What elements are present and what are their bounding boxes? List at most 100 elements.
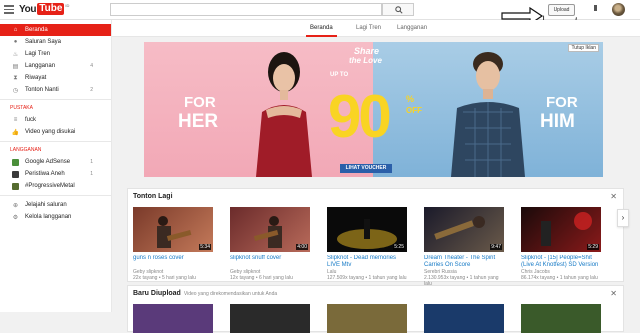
video-duration: 5:29 xyxy=(587,244,599,250)
sidebar-item-label: Langganan xyxy=(25,63,56,69)
sidebar-section-pustaka: PUSTAKA xyxy=(10,105,33,111)
sidebar-item-label: Riwayat xyxy=(25,75,47,81)
flame-icon: ♨ xyxy=(12,51,19,58)
video-thumbnail[interactable]: 4:00 xyxy=(230,207,310,252)
banner-discount-90: 90 xyxy=(328,83,392,150)
sidebar-item-jelajahi-saluran[interactable]: ⊕ Jelajahi saluran xyxy=(0,199,111,211)
banner-percent: % xyxy=(406,94,415,104)
video-thumbnail[interactable] xyxy=(327,304,407,333)
sidebar-item-label: Lagi Tren xyxy=(25,51,51,57)
tab-lagi-tren[interactable]: Lagi Tren xyxy=(356,25,381,31)
banner-voucher-button[interactable]: LIHAT VOUCHER xyxy=(340,164,392,173)
video-meta: 86.174x tayang • 1 tahun yang lalu xyxy=(521,275,598,281)
video-thumbnail[interactable] xyxy=(521,304,601,333)
video-card[interactable]: 5:29 Slipknot - [15] People=Shit (Live A… xyxy=(521,207,601,281)
man-figure-image xyxy=(451,52,525,177)
avatar[interactable] xyxy=(612,3,625,16)
section-title: Baru Diupload Video yang direkomendasikan… xyxy=(133,290,277,297)
video-card[interactable]: 5:34 guns n roses cover Geby slipknot 22… xyxy=(133,207,213,281)
tab-langganan[interactable]: Langganan xyxy=(397,25,427,31)
notification-icon[interactable] xyxy=(593,4,598,13)
video-duration: 5:25 xyxy=(393,244,405,250)
sidebar-divider xyxy=(0,141,111,142)
guide-menu-icon[interactable] xyxy=(4,5,14,14)
sidebar-item-count: 1 xyxy=(90,159,93,165)
feed-tabs: Beranda Lagi Tren Langganan xyxy=(112,20,640,37)
sidebar-item-kelola-langganan[interactable]: ⚙ Kelola langganan xyxy=(0,211,111,223)
banner-off: OFF xyxy=(406,106,422,115)
sidebar-item-riwayat[interactable]: ⧗ Riwayat xyxy=(0,72,111,84)
list-icon: ≡ xyxy=(13,117,18,123)
sidebar-item-label: fuck xyxy=(25,117,37,123)
section-title-text: Baru Diupload xyxy=(133,290,181,297)
tab-beranda[interactable]: Beranda xyxy=(306,25,337,37)
sidebar-item-label: Tonton Nanti xyxy=(25,87,59,93)
sidebar-divider xyxy=(0,195,111,196)
sidebar-item-label: Jelajahi saluran xyxy=(25,202,67,208)
video-title[interactable]: Dream Theater - The Spirit Carries On Sc… xyxy=(424,255,504,269)
close-section-icon[interactable]: ✕ xyxy=(610,289,617,298)
video-thumbnail[interactable] xyxy=(424,304,504,333)
video-thumbnail[interactable]: 5:25 xyxy=(327,207,407,252)
video-thumbnail[interactable]: 5:29 xyxy=(521,207,601,252)
home-icon: ⌂ xyxy=(13,27,18,33)
video-thumbnail[interactable] xyxy=(133,304,213,333)
sidebar: ⌂ Beranda ● Saluran Saya ♨ Lagi Tren ▤ L… xyxy=(0,20,112,312)
banner-for-him-line1: FOR xyxy=(546,94,578,111)
logo-tube: Tube xyxy=(37,3,65,15)
logo-region: ID xyxy=(65,3,70,8)
video-title[interactable]: Slipknot - [15] People=Shit (Live At Kno… xyxy=(521,255,601,269)
sidebar-item-progressive-metal[interactable]: #ProgressiveMetal xyxy=(0,180,111,192)
promo-banner[interactable]: FOR HER FOR HIM Share the Love UP TO 90 … xyxy=(144,42,603,177)
sidebar-item-langganan[interactable]: ▤ Langganan 4 xyxy=(0,60,111,72)
video-card[interactable]: 5:25 Slipknot - Dead memories LIVE Mtv L… xyxy=(327,207,407,281)
logo-you: You xyxy=(19,3,37,15)
sidebar-item-peristiwa-aneh[interactable]: Peristiwa Aneh 1 xyxy=(0,168,111,180)
next-arrow-button[interactable]: › xyxy=(617,209,629,227)
video-card[interactable]: 4:00 slipknot snuff cover Geby slipknot … xyxy=(230,207,310,281)
sidebar-section-langganan: LANGGANAN xyxy=(10,147,42,153)
sidebar-item-lagi-tren[interactable]: ♨ Lagi Tren xyxy=(0,48,111,60)
sidebar-item-tonton-nanti[interactable]: ◷ Tonton Nanti 2 xyxy=(0,84,111,96)
search-button[interactable] xyxy=(382,3,414,16)
video-duration: 9:47 xyxy=(490,244,502,250)
video-meta: 127.509x tayang • 1 tahun yang lalu xyxy=(327,275,407,281)
video-duration: 4:00 xyxy=(296,244,308,250)
sidebar-item-beranda[interactable]: ⌂ Beranda xyxy=(0,24,111,36)
woman-figure-image xyxy=(256,52,312,177)
video-thumbnail[interactable]: 5:34 xyxy=(133,207,213,252)
video-title[interactable]: Slipknot - Dead memories LIVE Mtv xyxy=(327,255,407,269)
recent-uploads-section: Baru Diupload Video yang direkomendasikan… xyxy=(127,285,624,333)
banner-for-him-line2: HIM xyxy=(540,111,575,132)
thumbs-up-icon: 👍 xyxy=(11,129,20,136)
video-card[interactable]: 9:47 Dream Theater - The Spirit Carries … xyxy=(424,207,504,287)
close-section-icon[interactable]: ✕ xyxy=(610,192,617,201)
sidebar-item-count: 2 xyxy=(90,87,93,93)
video-title[interactable]: slipknot snuff cover xyxy=(230,255,310,269)
video-thumbnail[interactable]: 9:47 xyxy=(424,207,504,252)
close-ad-button[interactable]: Tutup Iklan xyxy=(568,44,599,52)
search-input[interactable] xyxy=(110,3,382,16)
user-icon: ● xyxy=(13,39,18,45)
video-title[interactable]: guns n roses cover xyxy=(133,255,213,269)
sidebar-item-playlist-fuck[interactable]: ≡ fuck xyxy=(0,114,111,126)
sidebar-item-label: Kelola langganan xyxy=(25,214,72,220)
hourglass-icon: ⧗ xyxy=(13,74,18,81)
sidebar-item-google-adsense[interactable]: Google AdSense 1 xyxy=(0,156,111,168)
clock-icon: ◷ xyxy=(12,87,19,94)
sidebar-item-saluran-saya[interactable]: ● Saluran Saya xyxy=(0,36,111,48)
sidebar-item-label: #ProgressiveMetal xyxy=(25,183,75,189)
channel-thumbnail-icon xyxy=(12,182,19,190)
banner-the-love: the Love xyxy=(349,56,382,65)
plus-circle-icon: ⊕ xyxy=(12,202,19,209)
youtube-logo[interactable]: You Tube ID xyxy=(19,3,69,15)
sidebar-item-count: 4 xyxy=(90,63,93,69)
main-content: Beranda Lagi Tren Langganan FOR HER FOR … xyxy=(112,20,640,333)
video-thumbnail[interactable] xyxy=(230,304,310,333)
sidebar-item-liked-videos[interactable]: 👍 Video yang disukai xyxy=(0,126,111,138)
sidebar-item-label: Beranda xyxy=(25,27,48,33)
banner-share: Share xyxy=(354,46,380,56)
channel-thumbnail-icon xyxy=(12,158,19,166)
section-subtitle: Video yang direkomendasikan untuk Anda xyxy=(183,291,278,297)
gear-icon: ⚙ xyxy=(12,214,19,221)
